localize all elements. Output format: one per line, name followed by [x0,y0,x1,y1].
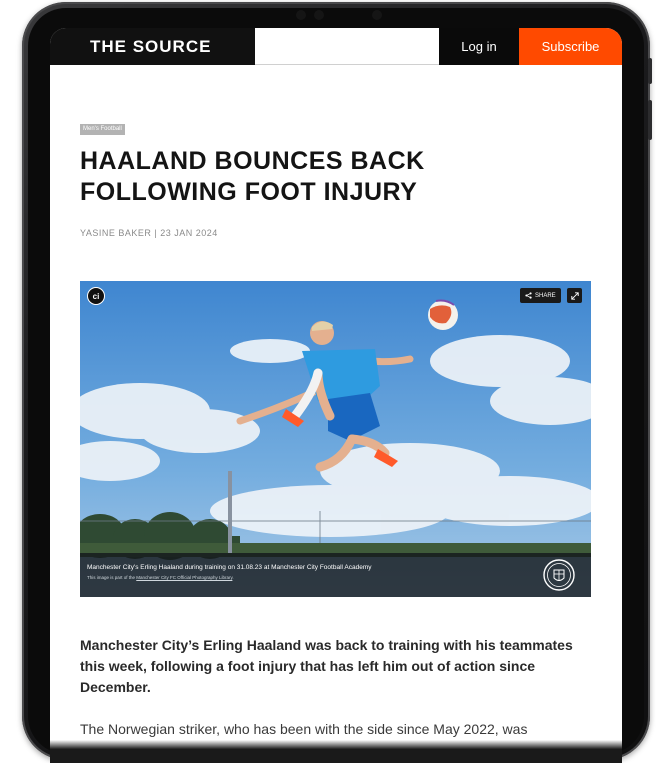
article-photo[interactable]: ci SHARE Manchester City's Erling Haalan… [80,281,591,597]
share-button[interactable]: SHARE [520,288,561,303]
tablet-volume-button [648,58,652,84]
article-headline: HAALAND BOUNCES BACK FOLLOWING FOOT INJU… [80,146,600,208]
credit-link[interactable]: Manchester City FC Official Photography … [136,575,232,580]
manchester-city-crest-icon [543,559,575,591]
subscribe-button[interactable]: Subscribe [519,28,622,65]
headline-line: HAALAND BOUNCES BACK [80,147,425,175]
share-icon [525,292,532,299]
login-button[interactable]: Log in [439,28,519,65]
camera-sensor [372,10,382,20]
photo-credit: This image is part of the Manchester Cit… [87,575,234,580]
browser-screen: THE SOURCE Log in Subscribe Men's Footba… [50,28,622,763]
category-tag[interactable]: Men's Football [80,124,125,135]
article-lede: Manchester City’s Erling Haaland was bac… [80,637,573,695]
headline-line: FOLLOWING FOOT INJURY [80,178,418,206]
device-bottom-bezel [50,740,622,763]
photo-caption: Manchester City's Erling Haaland during … [87,564,372,571]
site-header: THE SOURCE Log in Subscribe [50,28,622,65]
article-paragraph: The Norwegian striker, who has been with… [80,721,528,737]
photo-caption-bar: Manchester City's Erling Haaland during … [80,553,591,597]
camera-sensor [296,10,306,20]
tablet-power-button [648,100,652,140]
camera-sensor [314,10,324,20]
training-photo [80,281,591,597]
share-label: SHARE [535,292,556,299]
media-brand-logo: ci [87,287,105,305]
article-byline: YASINE BAKER | 23 JAN 2024 [80,228,218,238]
credit-suffix: . [232,575,234,580]
expand-button[interactable] [567,288,582,303]
header-search-area[interactable] [255,28,439,65]
site-logo[interactable]: THE SOURCE [50,28,255,65]
credit-prefix: This image is part of the [87,575,137,580]
expand-icon [570,291,579,300]
